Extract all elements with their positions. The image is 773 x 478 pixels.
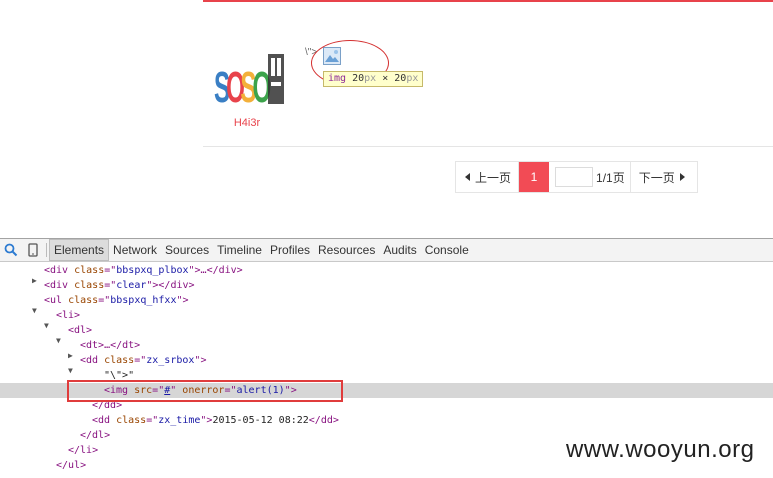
watermark: www.wooyun.org bbox=[566, 436, 755, 463]
content-divider bbox=[203, 146, 773, 147]
dom-node-row[interactable]: ▼ <dl> bbox=[0, 323, 773, 345]
next-page-button[interactable]: 下一页 bbox=[631, 162, 697, 192]
tab-console[interactable]: Console bbox=[421, 239, 473, 261]
pagination: 上一页 1 1/1页 下一页 bbox=[455, 161, 698, 193]
username-label[interactable]: H4i3r bbox=[217, 117, 277, 129]
dom-node-row[interactable]: ▼ <ul class="bbspxq_hfxx"> bbox=[0, 293, 773, 315]
dom-node-row[interactable]: <dd class="zx_time">2015-05-12 08:22</dd… bbox=[0, 413, 773, 428]
tab-resources[interactable]: Resources bbox=[314, 239, 379, 261]
tooltip-tag: img bbox=[328, 73, 347, 84]
search-icon[interactable] bbox=[0, 239, 22, 261]
arrow-right-icon bbox=[679, 173, 685, 181]
tab-network[interactable]: Network bbox=[109, 239, 161, 261]
next-page-label: 下一页 bbox=[638, 170, 675, 185]
tooltip-unit: px bbox=[364, 73, 377, 84]
page-total-label: 1/1页 bbox=[593, 162, 631, 192]
tab-sources[interactable]: Sources bbox=[161, 239, 213, 261]
tab-elements[interactable]: Elements bbox=[49, 239, 110, 261]
top-accent-line bbox=[203, 0, 773, 2]
selected-node-highlight-box bbox=[67, 380, 343, 402]
prev-page-button[interactable]: 上一页 bbox=[456, 162, 520, 192]
tab-timeline[interactable]: Timeline bbox=[213, 239, 266, 261]
devtools-toolbar: Elements Network Sources Timeline Profil… bbox=[0, 238, 773, 262]
prev-page-label: 上一页 bbox=[475, 170, 512, 185]
current-page-button[interactable]: 1 bbox=[519, 162, 550, 192]
tooltip-width: 20 bbox=[352, 73, 365, 84]
tooltip-unit-2: px bbox=[406, 73, 419, 84]
page-jump-input[interactable] bbox=[555, 167, 594, 187]
arrow-left-icon bbox=[465, 173, 470, 181]
dom-node-row[interactable]: ▼ <li> bbox=[0, 308, 773, 330]
tooltip-height: 20 bbox=[394, 73, 407, 84]
tooltip-times: × bbox=[382, 73, 389, 84]
element-size-tooltip: img 20px × 20px bbox=[323, 71, 424, 87]
tab-audits[interactable]: Audits bbox=[379, 239, 420, 261]
toolbar-separator bbox=[46, 243, 47, 257]
dom-node-row[interactable]: ▶ <div class="bbspxq_plbox">…</div> bbox=[0, 263, 773, 285]
device-mode-icon[interactable] bbox=[22, 239, 44, 261]
soso-logo[interactable]: S O S O bbox=[214, 44, 286, 112]
dom-node-row[interactable]: <div class="clear"></div> bbox=[0, 278, 773, 293]
dom-node-row[interactable]: ▶ <dt>…</dt> bbox=[0, 338, 773, 360]
tab-profiles[interactable]: Profiles bbox=[266, 239, 314, 261]
dom-node-row[interactable]: ▼ <dd class="zx_srbox"> bbox=[0, 353, 773, 375]
